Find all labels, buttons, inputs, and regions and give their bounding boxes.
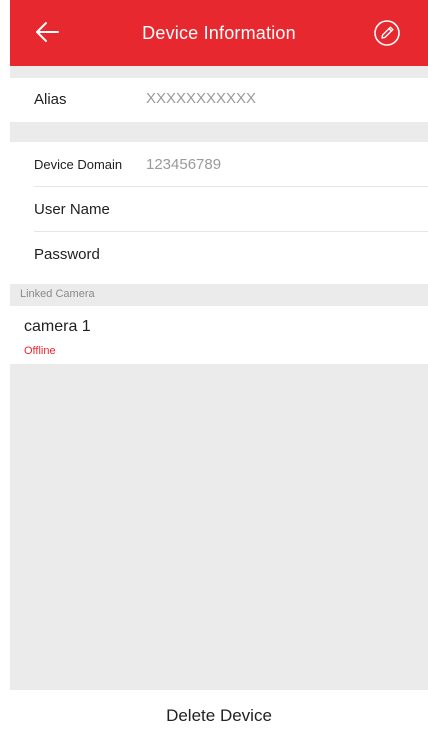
linked-camera-section-header: Linked Camera — [10, 284, 428, 306]
alias-value: XXXXXXXXXXX — [146, 90, 257, 107]
camera-list-item[interactable]: camera 1 Offline — [10, 306, 428, 364]
password-row[interactable]: Password — [10, 232, 428, 284]
section-gap — [10, 66, 428, 78]
left-edge-strip — [0, 0, 10, 738]
pencil-circle-icon — [374, 20, 400, 46]
header-bar: Device Information — [10, 0, 428, 66]
password-label: Password — [34, 246, 100, 263]
user-name-row[interactable]: User Name — [10, 187, 428, 232]
bottom-bar: Delete Device — [10, 690, 428, 738]
section-gap — [10, 122, 428, 142]
device-domain-row[interactable]: Device Domain 123456789 — [10, 142, 428, 187]
linked-camera-section-label: Linked Camera — [20, 288, 95, 300]
device-domain-value: 123456789 — [146, 156, 222, 173]
edit-button[interactable] — [372, 18, 402, 48]
device-domain-label: Device Domain — [34, 157, 123, 172]
user-name-label: User Name — [34, 201, 110, 218]
alias-label: Alias — [34, 91, 67, 108]
page-title: Device Information — [142, 23, 296, 43]
camera-status: Offline — [24, 345, 56, 357]
delete-device-button[interactable]: Delete Device — [10, 690, 428, 738]
alias-row[interactable]: Alias XXXXXXXXXXX — [10, 78, 428, 122]
device-information-screen: Device Information Alias XXXXXXXXXXX Dev… — [0, 0, 428, 738]
camera-name: camera 1 — [24, 318, 91, 335]
